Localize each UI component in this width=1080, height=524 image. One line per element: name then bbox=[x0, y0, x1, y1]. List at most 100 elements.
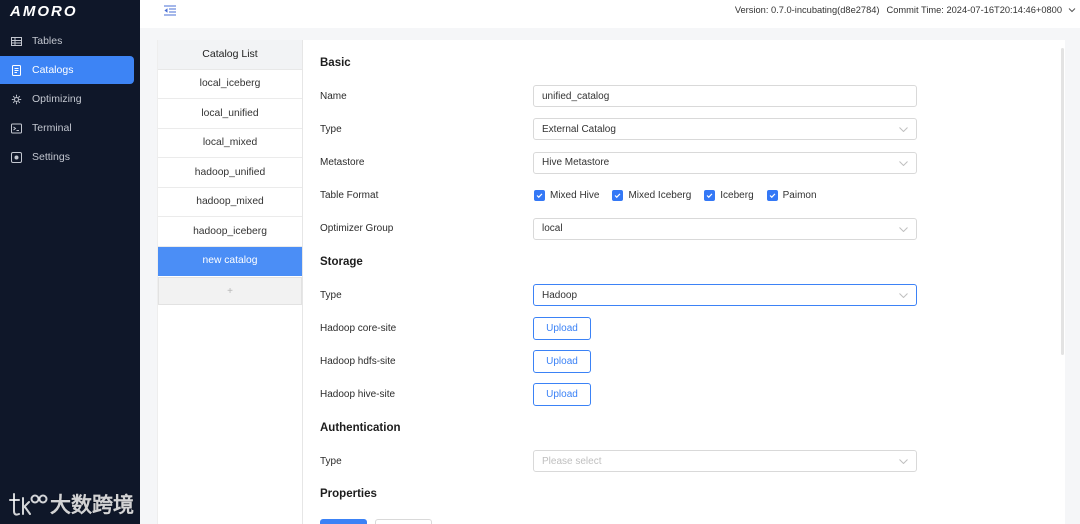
checkbox-label: Mixed Hive bbox=[550, 190, 600, 202]
sidebar-item-terminal[interactable]: Terminal bbox=[0, 114, 134, 142]
chevron-down-icon bbox=[899, 127, 908, 133]
catalog-item-new-catalog[interactable]: new catalog bbox=[158, 246, 302, 276]
settings-icon bbox=[11, 151, 22, 163]
checkbox-box[interactable] bbox=[766, 190, 778, 202]
hdfs-site-upload-button[interactable]: Upload bbox=[533, 350, 591, 374]
section-heading-storage: Storage bbox=[320, 256, 363, 269]
commit-time-text: Commit Time: 2024-07-16T20:14:46+0800 bbox=[886, 5, 1062, 15]
form-row-name: Name bbox=[320, 80, 920, 113]
checkbox-label: Iceberg bbox=[720, 190, 754, 202]
sidebar: AMORO Tables Catalogs Optimizing Termina… bbox=[0, 0, 140, 524]
menu-fold-icon[interactable] bbox=[164, 5, 176, 16]
chevron-down-icon[interactable] bbox=[1068, 6, 1076, 14]
checkbox-mixed-iceberg[interactable]: Mixed Iceberg bbox=[612, 190, 692, 202]
section-basic: Basic bbox=[320, 46, 920, 79]
optimizer-group-select[interactable]: local bbox=[533, 217, 917, 240]
check-icon bbox=[769, 193, 776, 199]
auth-type-select[interactable]: Please select bbox=[533, 450, 917, 473]
sidebar-item-label: Terminal bbox=[32, 122, 72, 134]
sidebar-menu: Tables Catalogs Optimizing Terminal Sett… bbox=[0, 27, 134, 172]
section-authentication: Authentication bbox=[320, 411, 920, 444]
core-site-label: Hadoop core-site bbox=[320, 322, 397, 334]
optimizer-group-select-value: local bbox=[542, 223, 563, 235]
form-row-core-site: Hadoop core-site Upload bbox=[320, 312, 920, 345]
hdfs-site-label: Hadoop hdfs-site bbox=[320, 356, 396, 368]
catalog-item-local-unified[interactable]: local_unified bbox=[158, 99, 302, 129]
name-input[interactable] bbox=[533, 85, 917, 108]
version-info: Version: 0.7.0-incubating(d8e2784) Commi… bbox=[735, 0, 1062, 20]
storage-type-label: Type bbox=[320, 289, 342, 301]
section-storage: Storage bbox=[320, 246, 920, 279]
catalog-list: Catalog List local_iceberg local_unified… bbox=[157, 40, 303, 524]
terminal-icon bbox=[11, 123, 22, 134]
catalog-form: Basic Name Type External Catalog Metasto… bbox=[320, 46, 920, 511]
form-row-hive-site: Hadoop hive-site Upload bbox=[320, 378, 920, 411]
section-heading-properties: Properties bbox=[320, 488, 377, 501]
primary-action-button[interactable] bbox=[320, 519, 367, 524]
catalog-item-local-mixed[interactable]: local_mixed bbox=[158, 129, 302, 158]
sidebar-item-optimizing[interactable]: Optimizing bbox=[0, 85, 134, 113]
hive-site-label: Hadoop hive-site bbox=[320, 389, 396, 401]
section-heading-authentication: Authentication bbox=[320, 422, 401, 435]
catalog-item-hadoop-iceberg[interactable]: hadoop_iceberg bbox=[158, 217, 302, 247]
optimizer-group-label: Optimizer Group bbox=[320, 223, 394, 235]
checkbox-mixed-hive[interactable]: Mixed Hive bbox=[534, 190, 600, 202]
form-row-table-format: Table Format Mixed Hive Mixed Iceberg Ic… bbox=[320, 179, 920, 212]
optimizing-icon bbox=[11, 94, 22, 105]
sidebar-item-label: Optimizing bbox=[32, 93, 82, 105]
auth-type-placeholder: Please select bbox=[542, 455, 602, 467]
amoro-logo[interactable]: AMORO bbox=[10, 3, 78, 21]
chevron-down-icon bbox=[899, 227, 908, 232]
sidebar-item-label: Tables bbox=[32, 35, 63, 47]
watermark-text: 大数跨境 bbox=[50, 493, 134, 517]
checkbox-box[interactable] bbox=[534, 190, 545, 202]
core-site-upload-button[interactable]: Upload bbox=[533, 316, 591, 340]
type-select[interactable]: External Catalog bbox=[533, 118, 917, 141]
checkbox-iceberg[interactable]: Iceberg bbox=[704, 190, 754, 202]
form-row-optimizer-group: Optimizer Group local bbox=[320, 212, 920, 245]
form-row-hdfs-site: Hadoop hdfs-site Upload bbox=[320, 345, 920, 378]
storage-type-select-value: Hadoop bbox=[542, 289, 578, 301]
secondary-action-button[interactable] bbox=[375, 519, 432, 524]
catalog-item-hadoop-unified[interactable]: hadoop_unified bbox=[158, 158, 302, 188]
check-icon bbox=[536, 193, 543, 199]
auth-type-label: Type bbox=[320, 455, 342, 467]
chevron-down-icon bbox=[899, 160, 908, 166]
checkbox-paimon[interactable]: Paimon bbox=[766, 190, 817, 202]
section-heading-basic: Basic bbox=[320, 56, 351, 69]
checkbox-box[interactable] bbox=[704, 190, 716, 202]
catalog-list-title: Catalog List bbox=[158, 40, 302, 70]
catalog-item-local-iceberg[interactable]: local_iceberg bbox=[158, 70, 302, 99]
form-row-auth-type: Type Please select bbox=[320, 445, 920, 478]
checkbox-box[interactable] bbox=[612, 190, 624, 202]
catalog-icon bbox=[11, 64, 22, 76]
checkbox-label: Paimon bbox=[782, 190, 817, 202]
metastore-label: Metastore bbox=[320, 157, 365, 169]
check-icon bbox=[615, 193, 621, 199]
form-row-type: Type External Catalog bbox=[320, 113, 920, 146]
section-properties: Properties bbox=[320, 478, 920, 511]
sidebar-item-label: Catalogs bbox=[32, 64, 74, 76]
vertical-scrollbar[interactable] bbox=[1061, 48, 1064, 355]
sidebar-item-settings[interactable]: Settings bbox=[0, 143, 134, 171]
metastore-select[interactable]: Hive Metastore bbox=[533, 151, 917, 174]
type-select-value: External Catalog bbox=[542, 123, 616, 135]
name-label: Name bbox=[320, 90, 347, 102]
table-format-label: Table Format bbox=[320, 190, 379, 202]
storage-type-select[interactable]: Hadoop bbox=[533, 284, 917, 307]
sidebar-item-tables[interactable]: Tables bbox=[0, 27, 134, 55]
table-format-checkbox-group: Mixed Hive Mixed Iceberg Iceberg Paimon bbox=[533, 190, 830, 202]
sidebar-item-label: Settings bbox=[32, 151, 70, 163]
table-icon bbox=[11, 36, 22, 47]
top-header: Version: 0.7.0-incubating(d8e2784) Commi… bbox=[140, 0, 1080, 28]
sidebar-item-catalogs[interactable]: Catalogs bbox=[0, 56, 134, 84]
catalog-item-hadoop-mixed[interactable]: hadoop_mixed bbox=[158, 188, 302, 217]
hive-site-upload-button[interactable]: Upload bbox=[533, 383, 591, 407]
watermark-logo-icon bbox=[8, 490, 48, 518]
checkbox-label: Mixed Iceberg bbox=[628, 190, 692, 202]
chevron-down-icon bbox=[899, 293, 908, 299]
form-row-storage-type: Type Hadoop bbox=[320, 279, 920, 312]
catalog-card: Catalog List local_iceberg local_unified… bbox=[157, 40, 1065, 524]
check-icon bbox=[706, 193, 713, 199]
add-catalog-button[interactable]: + bbox=[158, 277, 302, 305]
